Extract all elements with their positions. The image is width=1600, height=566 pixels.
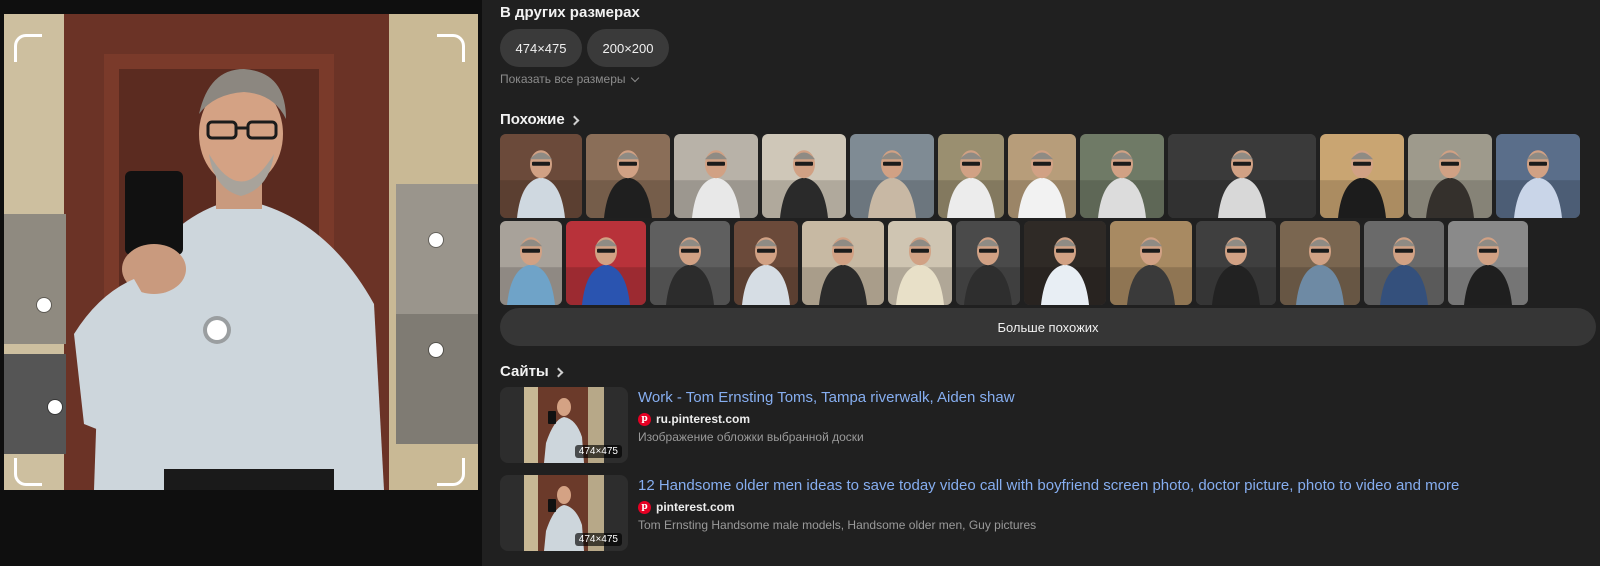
chevron-right-icon [569,115,580,125]
similar-thumbnail[interactable] [500,221,562,305]
similar-thumbnail[interactable] [1364,221,1444,305]
similar-photo [1496,134,1580,218]
similar-thumbnail[interactable] [1320,134,1404,218]
object-dot-2[interactable] [37,298,51,312]
site-title-link[interactable]: Work - Tom Ernsting Toms, Tampa riverwal… [638,389,1015,406]
sites-title-text: Сайты [500,363,549,380]
chevron-right-icon [553,367,564,377]
similar-photo [1320,134,1404,218]
similar-photo [802,221,884,305]
similar-photo [956,221,1020,305]
similar-photo [650,221,730,305]
sites-title[interactable]: Сайты [500,363,564,380]
similar-photo [734,221,798,305]
similar-thumbnail[interactable] [1196,221,1276,305]
site-domain-text: pinterest.com [656,500,735,514]
crop-corner-top-right[interactable] [437,34,465,62]
chevron-down-icon [630,73,639,82]
similar-thumbnail[interactable] [1280,221,1360,305]
site-title-link[interactable]: 12 Handsome older men ideas to save toda… [638,477,1459,494]
site-description: Tom Ernsting Handsome male models, Hands… [638,518,1037,532]
crop-corner-top-left[interactable] [14,34,42,62]
image-preview-panel [0,0,482,566]
site-thumbnail[interactable]: 474×475 [500,475,628,551]
site-size-badge: 474×475 [574,533,622,546]
similar-photo [1196,221,1276,305]
site-domain-text: ru.pinterest.com [656,412,751,426]
similar-photo [1168,134,1316,218]
similar-photo [1110,221,1192,305]
similar-photo [1024,221,1106,305]
similar-photo [586,134,670,218]
similar-thumbnail[interactable] [956,221,1020,305]
size-chip[interactable]: 474×475 [500,29,582,67]
similar-title[interactable]: Похожие [500,111,580,128]
pinterest-icon: p [638,412,651,426]
more-similar-button[interactable]: Больше похожих [500,308,1596,346]
similar-title-text: Похожие [500,111,565,128]
object-dot-1[interactable] [429,233,443,247]
similar-photo [1364,221,1444,305]
main-photo [4,14,478,490]
similar-thumbnail[interactable] [586,134,670,218]
crop-corner-bottom-left[interactable] [14,458,42,486]
similar-thumbnail[interactable] [1110,221,1192,305]
similar-photo [850,134,934,218]
similar-thumbnail[interactable] [888,221,952,305]
site-domain[interactable]: p pinterest.com [638,500,735,514]
site-result[interactable]: 474×475 Work - Tom Ernsting Toms, Tampa … [500,387,1596,463]
similar-thumbnail[interactable] [500,134,582,218]
similar-thumbnail[interactable] [1080,134,1164,218]
similar-photo [1008,134,1076,218]
crop-corner-bottom-right[interactable] [437,458,465,486]
object-dot-5[interactable] [48,400,62,414]
similar-thumbnail[interactable] [1408,134,1492,218]
main-image[interactable] [4,14,478,490]
similar-photo [1448,221,1528,305]
similar-photo [674,134,758,218]
similar-photo [500,221,562,305]
site-size-badge: 474×475 [574,445,622,458]
similar-thumbnail[interactable] [762,134,846,218]
show-all-sizes-link[interactable]: Показать все размеры [500,72,639,86]
similar-thumbnail[interactable] [1024,221,1106,305]
size-chip[interactable]: 200×200 [587,29,669,67]
object-dot-3[interactable] [207,320,227,340]
similar-photo [500,134,582,218]
similar-thumbnail[interactable] [734,221,798,305]
site-domain[interactable]: p ru.pinterest.com [638,412,750,426]
other-sizes-title: В других размерах [500,4,640,21]
pinterest-icon: p [638,500,651,514]
similar-photo [762,134,846,218]
site-thumbnail[interactable]: 474×475 [500,387,628,463]
similar-photo [888,221,952,305]
similar-photo [1280,221,1360,305]
site-description: Изображение обложки выбранной доски [638,430,864,444]
similar-thumbnail[interactable] [1168,134,1316,218]
site-result[interactable]: 474×475 12 Handsome older men ideas to s… [500,475,1596,551]
show-all-sizes-label: Показать все размеры [500,72,626,86]
object-dot-4[interactable] [429,343,443,357]
results-panel: В других размерах 474×475 200×200 Показа… [500,0,1600,566]
other-sizes-title-text: В других размерах [500,4,640,21]
similar-thumbnail[interactable] [802,221,884,305]
similar-thumbnail[interactable] [674,134,758,218]
similar-thumbnail[interactable] [650,221,730,305]
similar-thumbnail[interactable] [938,134,1004,218]
similar-thumbnail[interactable] [1496,134,1580,218]
similar-thumbnail[interactable] [1008,134,1076,218]
similar-thumbnail[interactable] [850,134,934,218]
similar-thumbnail[interactable] [1448,221,1528,305]
similar-thumbnail[interactable] [566,221,646,305]
similar-photo [938,134,1004,218]
similar-photo [1080,134,1164,218]
similar-photo [1408,134,1492,218]
similar-photo [566,221,646,305]
